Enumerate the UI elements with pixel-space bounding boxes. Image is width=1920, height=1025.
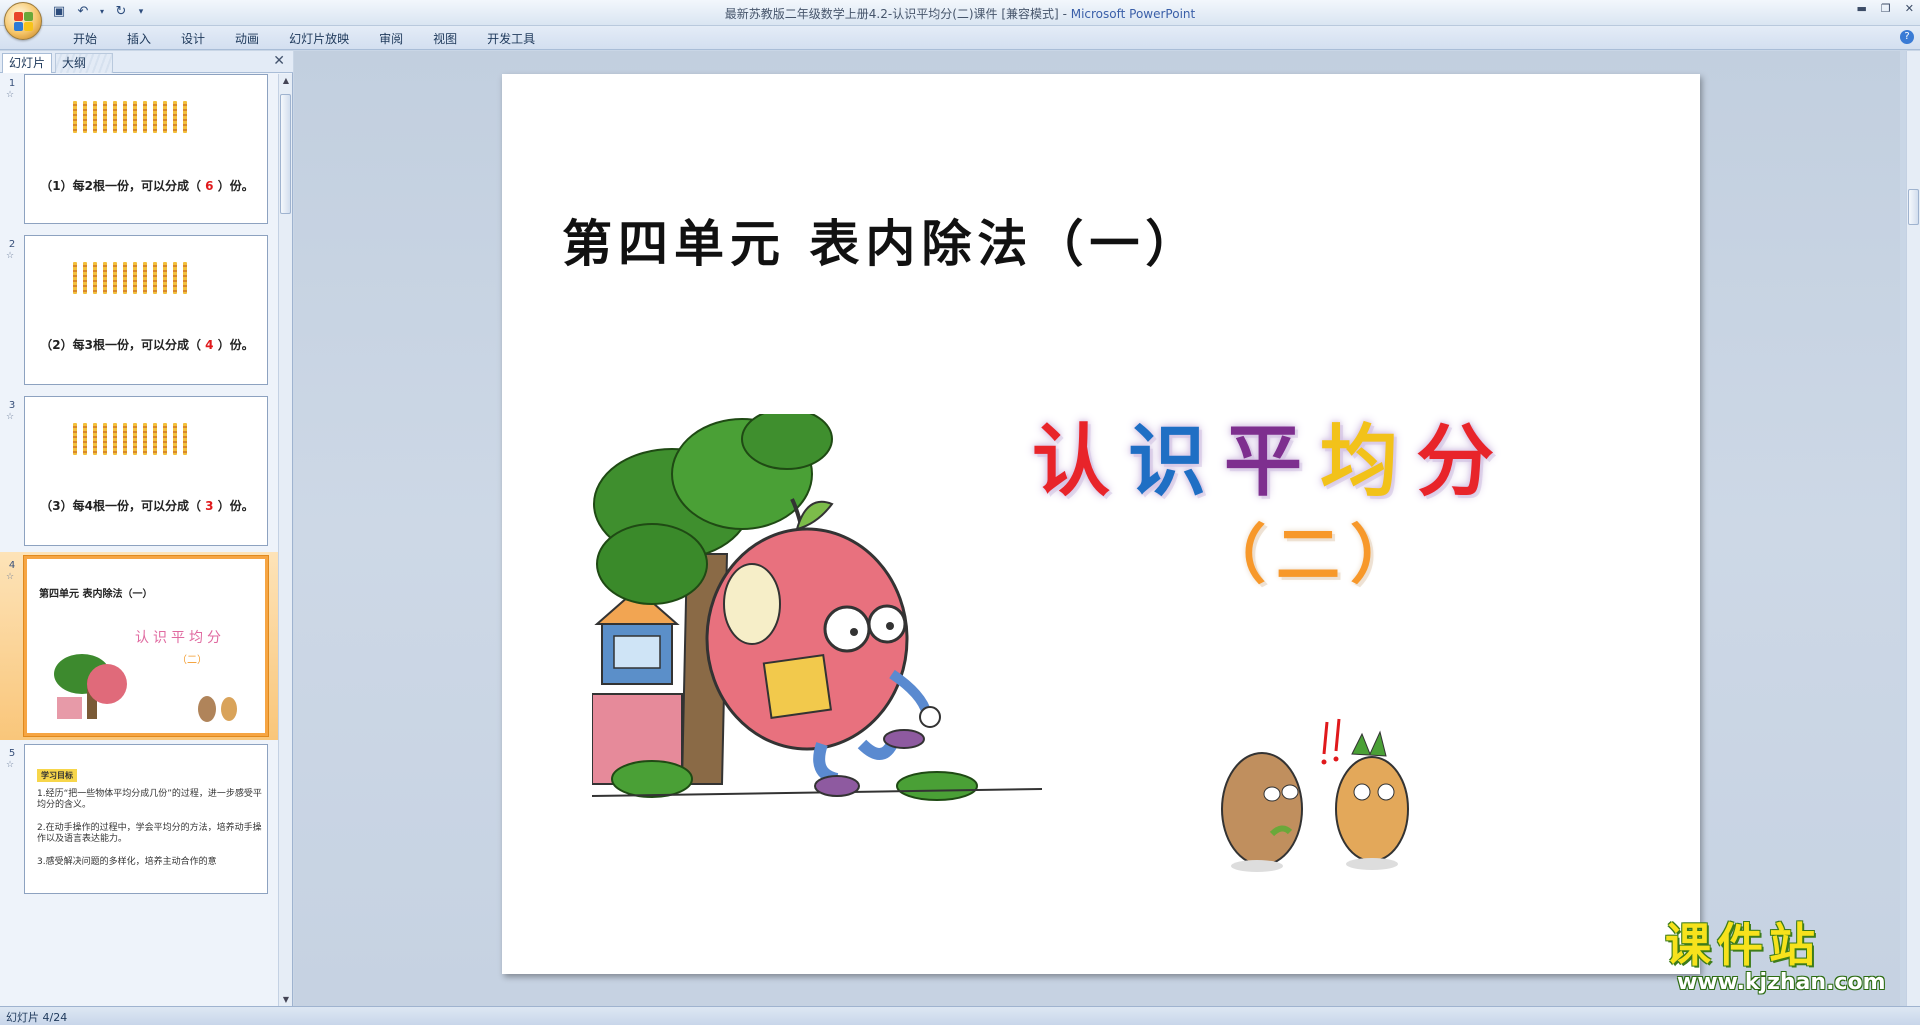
tab-developer[interactable]: 开发工具 <box>472 30 550 48</box>
lesson-title[interactable]: 认识平均分 <box>1032 399 1512 511</box>
status-bar: 幻灯片 4/24 <box>0 1006 1920 1025</box>
goal-line: 2.在动手操作的过程中，学会平均分的方法，培养动手操作以及语言表达能力。 <box>37 823 262 844</box>
tab-view[interactable]: 视图 <box>418 30 472 48</box>
scroll-thumb[interactable] <box>280 94 291 214</box>
window-controls: ▬ ❐ ✕ <box>1857 2 1915 15</box>
tab-design[interactable]: 设计 <box>166 30 220 48</box>
watermark-text: 课件站 <box>1665 918 1821 972</box>
help-icon[interactable]: ? <box>1900 30 1914 44</box>
watermark-logo: 课件站 www.kjzhan.com <box>1665 920 1905 1000</box>
slides-panel: 幻灯片 大纲 ✕ 1 ☆ （1）每2根一份，可以分成（ 6 ）份。 2 ☆ （2… <box>0 51 293 1006</box>
animation-star-icon: ☆ <box>6 412 15 422</box>
apple-tree-illustration[interactable] <box>592 414 1042 854</box>
ribbon: 开始 插入 设计 动画 幻灯片放映 审阅 视图 开发工具 ? <box>0 26 1920 50</box>
potato-pineapple-illustration[interactable] <box>1202 714 1432 874</box>
thumbnail-caption: （1）每2根一份，可以分成（ 6 ）份。 <box>40 179 254 193</box>
slide-number: 3 <box>8 400 16 411</box>
sticks-image <box>73 423 187 455</box>
scroll-down-icon[interactable]: ▼ <box>281 995 291 1004</box>
thumbnail-unit-title: 第四单元 表内除法（一） <box>39 589 153 600</box>
slide-thumbnail[interactable]: 学习目标 1.经历“把一些物体平均分成几份”的过程，进一步感受平均分的含义。 2… <box>24 744 268 894</box>
unit-title[interactable]: 第四单元 表内除法（一） <box>562 204 1201 276</box>
window-title: 最新苏教版二年级数学上册4.2-认识平均分(二)课件 [兼容模式] - Micr… <box>0 5 1920 22</box>
tab-outline[interactable]: 大纲 <box>55 53 113 73</box>
goal-line: 3.感受解决问题的多样化，培养主动合作的意 <box>37 857 217 867</box>
title-char: 均 <box>1320 417 1417 507</box>
slide-number: 2 <box>8 239 16 250</box>
editor-scrollbar[interactable] <box>1906 51 1920 1006</box>
animation-star-icon: ☆ <box>6 90 15 100</box>
slide-thumbnail[interactable]: （2）每3根一份，可以分成（ 4 ）份。 <box>24 235 268 385</box>
document-name: 最新苏教版二年级数学上册4.2-认识平均分(二)课件 [兼容模式] <box>724 7 1059 21</box>
title-char: 分 <box>1416 417 1513 507</box>
slide-canvas[interactable]: 第四单元 表内除法（一） 认识平均分 （二） <box>502 74 1700 974</box>
title-char: 平 <box>1224 417 1321 507</box>
scroll-up-icon[interactable]: ▲ <box>281 76 291 85</box>
tab-slideshow[interactable]: 幻灯片放映 <box>274 30 364 48</box>
thumbnail-scrollbar[interactable]: ▲ ▼ <box>278 74 292 1006</box>
title-separator: - <box>1058 7 1071 21</box>
title-char: 认 <box>1032 417 1129 507</box>
slide-number: 5 <box>8 748 16 759</box>
close-icon[interactable]: ✕ <box>1905 2 1914 15</box>
slide-thumbnail[interactable]: （3）每4根一份，可以分成（ 3 ）份。 <box>24 396 268 546</box>
slide-thumbnail[interactable]: 第四单元 表内除法（一） 认识平均分 （二） <box>24 556 268 736</box>
editor-scroll-thumb[interactable] <box>1908 189 1919 225</box>
tab-home[interactable]: 开始 <box>58 30 112 48</box>
title-bar: ▣ ↶ ▾ ↻ ▾ 最新苏教版二年级数学上册4.2-认识平均分(二)课件 [兼容… <box>0 0 1920 40</box>
title-char: 识 <box>1128 417 1225 507</box>
sticks-image <box>73 101 187 133</box>
tab-review[interactable]: 审阅 <box>364 30 418 48</box>
panel-close-icon[interactable]: ✕ <box>273 53 285 69</box>
sticks-image <box>73 262 187 294</box>
slide-number: 1 <box>8 78 16 89</box>
thumbnail-illustration <box>54 654 237 722</box>
lesson-subtitle[interactable]: （二） <box>1202 504 1424 596</box>
slide-thumbnail[interactable]: （1）每2根一份，可以分成（ 6 ）份。 <box>24 74 268 224</box>
goal-line: 1.经历“把一些物体平均分成几份”的过程，进一步感受平均分的含义。 <box>37 789 262 810</box>
animation-star-icon: ☆ <box>6 251 15 261</box>
ribbon-tabs: 开始 插入 设计 动画 幻灯片放映 审阅 视图 开发工具 <box>58 30 550 48</box>
thumbnail-caption: （3）每4根一份，可以分成（ 3 ）份。 <box>40 499 254 513</box>
office-logo-icon <box>14 12 34 32</box>
panel-tabs: 幻灯片 大纲 ✕ <box>0 51 293 73</box>
slide-number: 4 <box>8 560 16 571</box>
tab-slides[interactable]: 幻灯片 <box>2 53 53 73</box>
minimize-icon[interactable]: ▬ <box>1857 2 1867 15</box>
learning-goals-tag: 学习目标 <box>37 769 77 782</box>
animation-star-icon: ☆ <box>6 760 15 770</box>
office-button[interactable] <box>4 2 42 40</box>
watermark-url: www.kjzhan.com <box>1677 970 1886 995</box>
slide-counter: 幻灯片 4/24 <box>6 1011 68 1024</box>
tab-insert[interactable]: 插入 <box>112 30 166 48</box>
tab-animations[interactable]: 动画 <box>220 30 274 48</box>
thumbnail-caption: （2）每3根一份，可以分成（ 4 ）份。 <box>40 338 254 352</box>
restore-icon[interactable]: ❐ <box>1881 2 1891 15</box>
animation-star-icon: ☆ <box>6 572 15 582</box>
app-name: Microsoft PowerPoint <box>1070 7 1196 21</box>
slide-thumbnails: 1 ☆ （1）每2根一份，可以分成（ 6 ）份。 2 ☆ （2）每3根一份，可以… <box>0 74 278 1006</box>
